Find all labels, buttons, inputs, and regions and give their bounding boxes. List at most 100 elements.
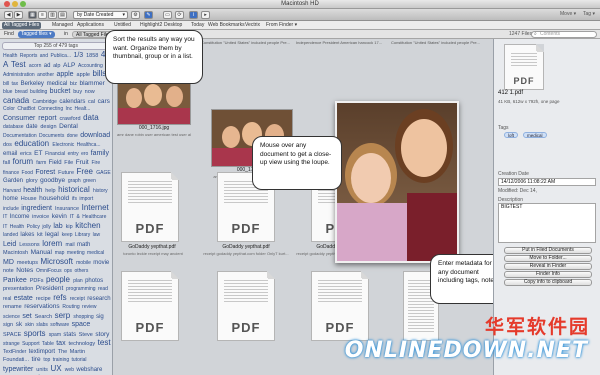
tag-cloud-item[interactable]: Manual bbox=[31, 249, 55, 256]
tag-cloud-item[interactable]: invoice bbox=[32, 214, 52, 220]
tag-cloud-item[interactable]: keep bbox=[62, 232, 75, 238]
tag-cloud-item[interactable]: software bbox=[50, 322, 71, 328]
tag-cloud-item[interactable]: research bbox=[87, 296, 110, 302]
tag-cloud-item[interactable]: legal bbox=[45, 231, 62, 238]
tag-cloud-item[interactable]: Future bbox=[58, 170, 76, 176]
tag-cloud-item[interactable]: presentation bbox=[3, 286, 36, 292]
move-menu[interactable]: Move ▾ bbox=[560, 11, 576, 17]
tag-cloud-item[interactable]: SPACE bbox=[3, 332, 24, 338]
flow-view-icon[interactable]: ▤ bbox=[58, 11, 67, 19]
tag-cloud-item[interactable]: President bbox=[36, 285, 66, 292]
tag-cloud-item[interactable]: PDFs bbox=[30, 278, 46, 284]
tag-cloud-item[interactable]: design bbox=[40, 124, 59, 130]
tag-cloud-item[interactable]: education bbox=[14, 139, 52, 148]
tag-cloud-item[interactable]: kit bbox=[37, 232, 45, 238]
reveal-in-finder-button[interactable]: Reveal in Finder bbox=[504, 263, 592, 270]
tag-cloud-item[interactable]: Library bbox=[75, 232, 93, 238]
tag-cloud-item[interactable]: fall bbox=[3, 160, 13, 166]
tag-cloud-item[interactable]: Connecting Inc Healt... bbox=[38, 106, 91, 112]
tag-cloud-item[interactable]: technology bbox=[69, 341, 98, 347]
tag-cloud-item[interactable]: mobile bbox=[76, 260, 93, 266]
pdf-thumbnail[interactable]: PDF bbox=[121, 172, 179, 242]
tag-cloud-item[interactable]: Macintosh bbox=[3, 250, 31, 256]
tag-cloud-item[interactable]: meetups bbox=[17, 260, 41, 266]
tab-today[interactable]: Today bbox=[191, 22, 204, 29]
tag-cloud-item[interactable]: goodbye bbox=[40, 177, 68, 184]
tag-cloud-item[interactable]: story bbox=[95, 331, 109, 338]
tag-cloud-item[interactable]: meeting bbox=[67, 250, 87, 256]
tag-cloud-item[interactable]: Income bbox=[10, 214, 32, 220]
tag-cloud-item[interactable]: MD bbox=[3, 259, 17, 266]
tag-cloud-item[interactable]: buy now bbox=[73, 89, 95, 95]
tag-cloud-item[interactable]: Consumer report bbox=[3, 115, 59, 122]
tag-cloud-item[interactable]: Fruit bbox=[76, 159, 92, 166]
tag-cloud-item[interactable]: Field bbox=[49, 160, 65, 166]
tab-desktop[interactable]: Desktop bbox=[164, 22, 182, 29]
tag-cloud-item[interactable]: import bbox=[79, 196, 93, 202]
copy-info-button[interactable]: Copy info to clipboard bbox=[504, 279, 592, 286]
tag-cloud-item[interactable]: test bbox=[98, 338, 111, 347]
tag-cloud-item[interactable]: spam bbox=[49, 332, 64, 338]
tag-cloud-item[interactable]: training bbox=[53, 357, 72, 363]
tag-cloud-item[interactable]: health bbox=[23, 187, 45, 194]
gear-icon[interactable]: ⚙ bbox=[131, 11, 140, 19]
tag-cloud-item[interactable]: ET bbox=[34, 150, 45, 157]
tag-cloud-item[interactable]: TextFinder bbox=[3, 349, 29, 355]
tag-cloud-item[interactable]: Lessons bbox=[19, 242, 42, 248]
tag-cloud-item[interactable]: receipt bbox=[70, 296, 87, 302]
tag-cloud-item[interactable]: Support bbox=[22, 341, 42, 347]
tag-icon[interactable]: ✎ bbox=[144, 11, 153, 19]
pdf-thumbnail[interactable]: PDF bbox=[217, 271, 275, 341]
tag-cloud-item[interactable]: date bbox=[26, 124, 40, 130]
tag-cloud-item[interactable]: calendars bbox=[59, 99, 88, 105]
tag-cloud-item[interactable]: set bbox=[22, 313, 34, 320]
tag-cloud-item[interactable]: email bbox=[3, 151, 20, 157]
tag-cloud-item[interactable]: green bbox=[83, 178, 96, 184]
tag-cloud-item[interactable]: Documentation bbox=[3, 133, 39, 139]
list-view-icon[interactable]: ≡ bbox=[38, 11, 47, 19]
tag-cloud-item[interactable]: Garden bbox=[3, 178, 26, 184]
tag-cloud-item[interactable]: Food bbox=[22, 170, 36, 176]
tag-cloud-item[interactable]: serp bbox=[55, 311, 74, 320]
tag-cloud-item[interactable]: web bbox=[65, 367, 77, 373]
tag-cloud-item[interactable]: Electronic Healthca... bbox=[52, 142, 100, 148]
info-icon[interactable]: i bbox=[189, 11, 198, 19]
tag-cloud-item[interactable]: note bbox=[3, 268, 16, 274]
tag-cloud-item[interactable]: ingredient bbox=[21, 205, 55, 212]
tag-cloud-item[interactable]: IT bbox=[3, 214, 10, 220]
tag-cloud-item[interactable]: tax bbox=[56, 340, 68, 347]
tag-cloud-item[interactable]: Berkeley medical bbox=[21, 81, 70, 87]
tag-cloud-item[interactable]: blammer bbox=[79, 80, 104, 87]
column-view-icon[interactable]: ▥ bbox=[48, 11, 57, 19]
tag-cloud-item[interactable]: household bbox=[39, 195, 72, 202]
tag-cloud-item[interactable]: 1/3 bbox=[73, 52, 86, 59]
tab-applications[interactable]: Applications bbox=[77, 22, 104, 29]
tag-cloud-item[interactable]: Forest bbox=[35, 169, 58, 176]
back-button[interactable]: ◀ bbox=[4, 11, 13, 19]
tag-cloud-item[interactable]: top bbox=[43, 357, 52, 363]
tag-cloud-item[interactable]: medical bbox=[87, 250, 104, 256]
tag-cloud-item[interactable]: review bbox=[82, 304, 96, 310]
open-icon[interactable]: ▸ bbox=[201, 11, 210, 19]
tag-cloud-item[interactable]: Administration bbox=[3, 72, 37, 78]
tag-cloud-item[interactable]: mail bbox=[65, 242, 77, 248]
tag-cloud-item[interactable]: Fire bbox=[92, 160, 101, 166]
tag-cloud-item[interactable]: Health bbox=[3, 53, 20, 59]
tag-cloud-item[interactable]: finance bbox=[3, 170, 22, 176]
tab-managed[interactable]: Managed bbox=[52, 22, 73, 29]
tag-cloud-item[interactable]: jolly bbox=[42, 224, 53, 230]
tag-cloud-item[interactable]: Documents bbox=[39, 133, 67, 139]
move-to-folder-button[interactable]: Move to Folder... bbox=[504, 255, 592, 262]
tag-chip[interactable]: medical bbox=[523, 132, 547, 138]
tag-cloud-item[interactable]: apple bbox=[56, 71, 76, 78]
tag-cloud-item[interactable]: Internet bbox=[82, 203, 109, 212]
tag-cloud-item[interactable]: Cambridge bbox=[32, 99, 59, 105]
tag-cloud-item[interactable]: stats bbox=[63, 332, 78, 338]
tag-cloud-item[interactable]: slabs bbox=[36, 322, 50, 328]
creation-date-field[interactable]: 14/12/2006 11:08:22 AM bbox=[498, 178, 596, 186]
tab-vectrix[interactable]: Vectrix bbox=[245, 22, 260, 29]
tag-cloud-item[interactable]: cal bbox=[88, 99, 98, 105]
tag-cloud-item[interactable]: sig bbox=[96, 314, 104, 320]
tag-cloud-item[interactable]: House bbox=[21, 196, 39, 202]
tag-cloud-item[interactable]: 1858 bbox=[86, 53, 101, 59]
